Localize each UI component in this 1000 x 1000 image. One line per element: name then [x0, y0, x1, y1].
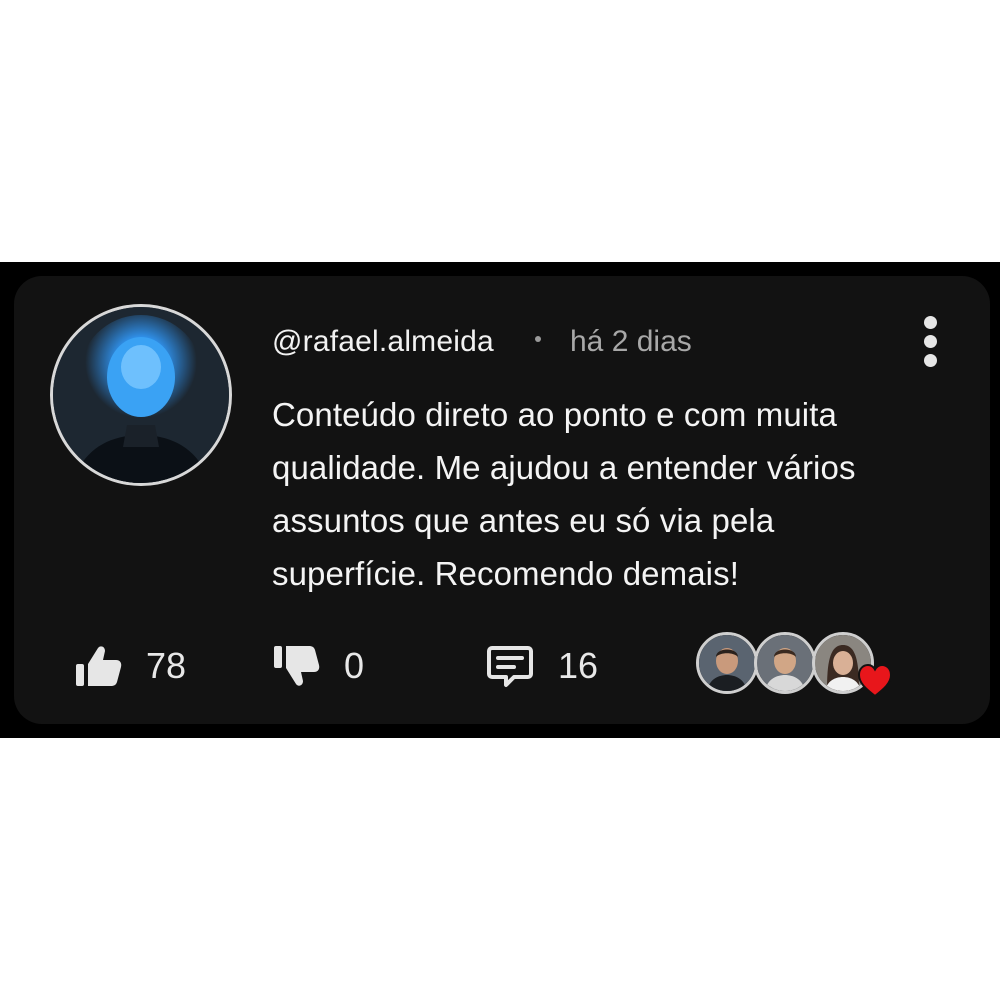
more-vertical-icon-dot — [924, 354, 937, 367]
heart-icon — [857, 663, 893, 698]
comment-card: @rafael.almeida há 2 dias Conteúdo diret… — [14, 276, 990, 724]
comment-text: Conteúdo direto ao ponto e com muita qua… — [272, 396, 856, 592]
reactor-avatar — [696, 632, 758, 694]
reply-button[interactable]: 16 — [486, 636, 598, 696]
comment-icon — [487, 646, 533, 687]
more-vertical-icon — [924, 316, 937, 329]
dislike-button[interactable]: 0 — [272, 636, 364, 696]
timestamp: há 2 dias — [570, 325, 692, 358]
reactor-avatar — [754, 632, 816, 694]
separator-dot — [535, 336, 541, 342]
commenter-avatar[interactable] — [50, 304, 232, 486]
more-options-button[interactable] — [914, 312, 948, 372]
dislike-count: 0 — [344, 645, 365, 686]
screenshot-frame: @rafael.almeida há 2 dias Conteúdo diret… — [0, 262, 1000, 738]
reactor-avatar-image — [757, 635, 813, 691]
like-button[interactable]: 78 — [74, 636, 186, 696]
thumbs-up-icon — [76, 646, 122, 686]
like-count: 78 — [146, 645, 187, 686]
thumbs-down-icon — [274, 646, 320, 686]
username[interactable]: @rafael.almeida — [272, 324, 494, 360]
reply-count: 16 — [558, 645, 599, 686]
reactor-avatar-image — [699, 635, 755, 691]
reactor-avatars[interactable] — [696, 632, 906, 708]
more-vertical-icon-dot — [924, 335, 937, 348]
avatar-image — [53, 307, 229, 483]
